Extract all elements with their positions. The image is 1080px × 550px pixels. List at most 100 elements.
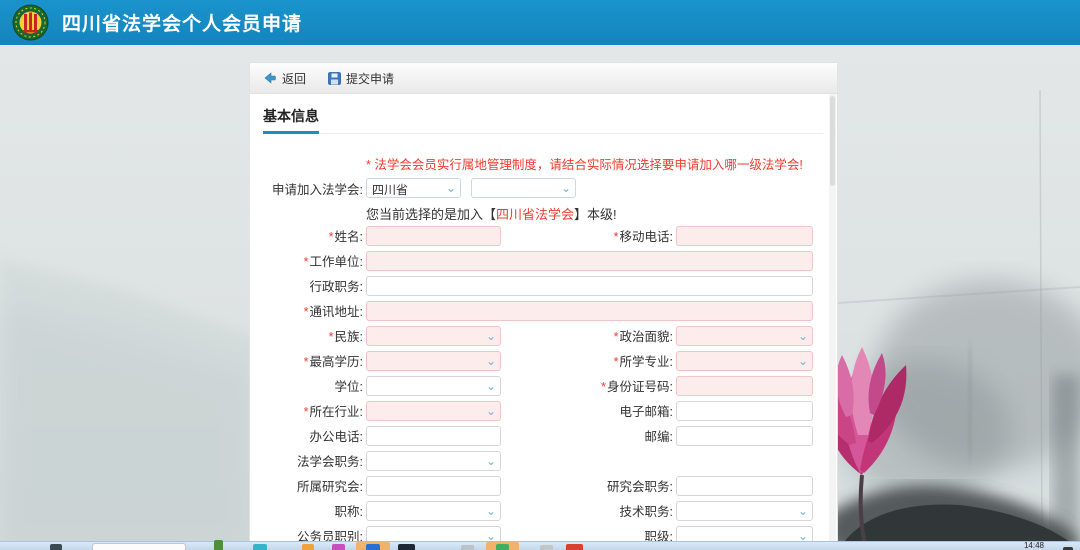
current-selection-note: 您当前选择的是加入【四川省法学会】本级! <box>366 204 837 221</box>
highest-education-select-label: *最高学历: <box>250 351 363 370</box>
city-select[interactable]: ⌄ <box>471 178 576 198</box>
industry-select[interactable]: ⌄ <box>366 401 501 421</box>
highest-education-select[interactable]: ⌄ <box>366 351 501 371</box>
form-row: *民族:⌄*政治面貌:⌄ <box>250 323 837 348</box>
chevron-down-icon: ⌄ <box>561 180 571 197</box>
taskbar-app-silver[interactable] <box>540 545 553 550</box>
form-row: 行政职务: <box>250 273 837 298</box>
form-row: 所属研究会: 研究会职务: <box>250 473 837 498</box>
chevron-down-icon: ⌄ <box>798 503 808 520</box>
form-row: *通讯地址: <box>250 298 837 323</box>
current-selection-suffix: 】本级! <box>574 207 617 222</box>
office-phone-input[interactable] <box>366 426 501 446</box>
mailing-address-input[interactable] <box>366 301 813 321</box>
required-marker: * <box>329 230 334 244</box>
form-row: *工作单位: <box>250 248 837 273</box>
back-arrow-icon <box>263 71 277 85</box>
form-row: 职称:⌄技术职务:⌄ <box>250 498 837 523</box>
toolbar: 返回 提交申请 <box>250 63 837 94</box>
taskbar-app-gray[interactable] <box>461 545 474 550</box>
taskbar-app-teal[interactable] <box>253 544 267 550</box>
save-disk-icon <box>328 72 341 85</box>
major-select-label: *所学专业: <box>501 351 673 370</box>
mailing-address-input-label: *通讯地址: <box>250 301 363 320</box>
major-select[interactable]: ⌄ <box>676 351 813 371</box>
work-unit-input-label: *工作单位: <box>250 251 363 270</box>
form-row: *姓名:*移动电话: <box>250 223 837 248</box>
admin-position-input-label: 行政职务: <box>250 276 363 295</box>
research-society-position-input-label: 研究会职务: <box>501 476 673 495</box>
chevron-down-icon: ⌄ <box>798 328 808 345</box>
ethnicity-select-label: *民族: <box>250 326 363 345</box>
taskbar-app-green-highlighted[interactable] <box>496 544 509 550</box>
section-title: 基本信息 <box>263 106 319 134</box>
required-marker: * <box>304 405 309 419</box>
taskbar-app-red[interactable] <box>566 544 583 550</box>
chevron-down-icon: ⌄ <box>486 453 496 470</box>
degree-select[interactable]: ⌄ <box>366 376 501 396</box>
professional-title-select[interactable]: ⌄ <box>366 501 501 521</box>
submit-application-button[interactable]: 提交申请 <box>328 70 394 87</box>
required-marker: * <box>304 305 309 319</box>
technical-position-select-label: 技术职务: <box>501 501 673 520</box>
research-society-input[interactable] <box>366 476 501 496</box>
taskbar-app-orange[interactable] <box>302 544 314 550</box>
political-status-select[interactable]: ⌄ <box>676 326 813 346</box>
email-input[interactable] <box>676 401 813 421</box>
taskbar-app-blue-highlighted[interactable] <box>366 544 380 550</box>
back-button[interactable]: 返回 <box>263 70 306 87</box>
required-marker: * <box>601 380 606 394</box>
required-marker: * <box>304 355 309 369</box>
chevron-down-icon: ⌄ <box>486 378 496 395</box>
law-society-logo-icon <box>12 4 49 41</box>
join-society-row: 申请加入法学会: 四川省 ⌄ ⌄ <box>250 175 837 201</box>
province-select-value: 四川省 <box>372 183 408 197</box>
research-society-input-label: 所属研究会: <box>250 476 363 495</box>
technical-position-select[interactable]: ⌄ <box>676 501 813 521</box>
territorial-notice: * 法学会会员实行属地管理制度，请结合实际情况选择要申请加入哪一级法学会! <box>366 154 837 173</box>
form-panel: 返回 提交申请 基本信息 * 法学会会员实行属地管理制度，请结合实际情况选择要申… <box>249 62 838 550</box>
panel-scrollbar[interactable] <box>829 94 836 550</box>
postal-code-input[interactable] <box>676 426 813 446</box>
law-society-position-select[interactable]: ⌄ <box>366 451 501 471</box>
submit-button-label: 提交申请 <box>346 70 394 87</box>
province-select[interactable]: 四川省 ⌄ <box>366 178 461 198</box>
start-button[interactable] <box>50 544 62 550</box>
office-phone-input-label: 办公电话: <box>250 426 363 445</box>
admin-position-input[interactable] <box>366 276 813 296</box>
required-marker: * <box>329 330 334 344</box>
name-input[interactable] <box>366 226 501 246</box>
taskbar-app-navy[interactable] <box>398 544 415 550</box>
email-input-label: 电子邮箱: <box>501 401 673 420</box>
join-society-label: 申请加入法学会: <box>250 179 363 198</box>
ethnicity-select[interactable]: ⌄ <box>366 326 501 346</box>
degree-select-label: 学位: <box>250 376 363 395</box>
work-unit-input[interactable] <box>366 251 813 271</box>
required-marker: * <box>614 355 619 369</box>
law-society-position-select-label: 法学会职务: <box>250 451 363 470</box>
mobile-phone-input[interactable] <box>676 226 813 246</box>
taskbar[interactable]: 14:48 <box>0 541 1080 550</box>
page-title: 四川省法学会个人会员申请 <box>62 9 302 36</box>
professional-title-select-label: 职称: <box>250 501 363 520</box>
scrollbar-thumb[interactable] <box>830 96 835 186</box>
form-row: 办公电话: 邮编: <box>250 423 837 448</box>
form-row: *所在行业:⌄电子邮箱: <box>250 398 837 423</box>
id-number-input[interactable] <box>676 376 813 396</box>
required-marker: * <box>614 330 619 344</box>
required-marker: * <box>614 230 619 244</box>
screen: 四川省法学会个人会员申请 返回 提交申请 基本信息 * 法学会会员实 <box>0 0 1080 550</box>
back-button-label: 返回 <box>282 70 306 87</box>
chevron-down-icon: ⌄ <box>486 353 496 370</box>
taskbar-clock: 14:48 <box>1024 542 1044 550</box>
research-society-position-input[interactable] <box>676 476 813 496</box>
mobile-phone-input-label: *移动电话: <box>501 226 673 245</box>
form-row: *最高学历:⌄*所学专业:⌄ <box>250 348 837 373</box>
taskbar-plant[interactable] <box>214 540 223 550</box>
taskbar-app-magenta[interactable] <box>332 544 345 550</box>
postal-code-input-label: 邮编: <box>501 426 673 445</box>
form-row: 法学会职务: ⌄ <box>250 448 837 473</box>
chevron-down-icon: ⌄ <box>486 328 496 345</box>
form-row: 学位:⌄*身份证号码: <box>250 373 837 398</box>
taskbar-search-box[interactable] <box>92 543 186 550</box>
